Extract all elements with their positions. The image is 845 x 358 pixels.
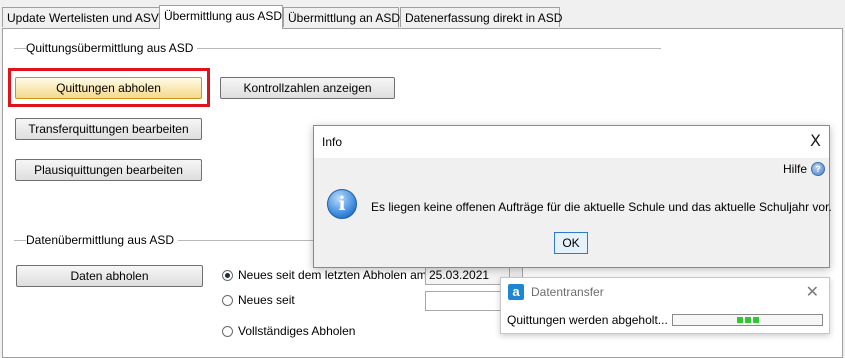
tab-label: Übermittlung an ASD (288, 11, 401, 25)
dialog-message: Es liegen keine offenen Aufträge für die… (371, 200, 832, 214)
tab-uebermittlung-aus-asd[interactable]: Übermittlung aus ASD (159, 5, 283, 29)
datentransfer-window: a Datentransfer ✕ Quittungen werden abge… (500, 277, 830, 334)
since-date-field[interactable] (425, 291, 505, 311)
dialog-titlebar: Info X (314, 126, 829, 158)
quittungen-abholen-button[interactable]: Quittungen abholen (15, 77, 202, 99)
radio-neues-seit[interactable]: Neues seit (222, 292, 295, 308)
transfer-status-text: Quittungen werden abgeholt... (507, 313, 668, 327)
radio-unselected-icon[interactable] (222, 294, 233, 306)
radio-label: Neues seit dem letzten Abholen am (238, 268, 427, 282)
daten-abholen-button[interactable]: Daten abholen (16, 265, 203, 287)
app-logo-icon: a (508, 284, 524, 300)
radio-label: Neues seit (238, 293, 295, 307)
info-icon: i (327, 189, 357, 219)
help-label: Hilfe (782, 162, 807, 176)
radio-vollstaendig[interactable]: Vollständiges Abholen (222, 323, 355, 339)
progress-segment (736, 317, 743, 323)
radio-neues-seit-letztem[interactable]: Neues seit dem letzten Abholen am (222, 267, 427, 283)
progress-bar (672, 314, 823, 326)
radio-selected-icon[interactable] (222, 269, 233, 281)
tab-label: Übermittlung aus ASD (164, 9, 283, 23)
close-icon[interactable]: ✕ (806, 282, 819, 302)
section-title-quittung: Quittungsübermittlung aus ASD (26, 41, 198, 55)
ok-button[interactable]: OK (554, 232, 588, 254)
tab-label: Datenerfassung direkt in ASD (405, 11, 563, 25)
radio-unselected-icon[interactable] (222, 325, 233, 337)
transferquittungen-button[interactable]: Transferquittungen bearbeiten (15, 118, 202, 140)
tab-bar: Update Wertelisten und ASV Übermittlung … (0, 0, 845, 29)
radio-label: Vollständiges Abholen (238, 324, 356, 338)
tab-datenerfassung[interactable]: Datenerfassung direkt in ASD (400, 7, 563, 27)
datentransfer-title: Datentransfer (531, 285, 604, 299)
tab-uebermittlung-an-asd[interactable]: Übermittlung an ASD (283, 7, 401, 27)
kontrollzahlen-button[interactable]: Kontrollzahlen anzeigen (220, 77, 395, 99)
tab-update-wertelisten[interactable]: Update Wertelisten und ASV (2, 7, 160, 27)
plausiquittungen-button[interactable]: Plausiquittungen bearbeiten (15, 159, 202, 181)
help-link[interactable]: Hilfe ? (783, 162, 825, 176)
help-icon: ? (811, 162, 825, 176)
last-fetch-date-field: 25.03.2021 (425, 265, 510, 285)
tab-label: Update Wertelisten und ASV (7, 11, 159, 25)
progress-segment (752, 317, 759, 323)
close-icon[interactable]: X (810, 130, 821, 152)
section-title-daten: Datenübermittlung aus ASD (26, 233, 179, 247)
info-dialog: Info X Hilfe ? i Es liegen keine offenen… (313, 125, 832, 268)
dialog-title: Info (322, 135, 343, 149)
progress-segment (744, 317, 751, 323)
